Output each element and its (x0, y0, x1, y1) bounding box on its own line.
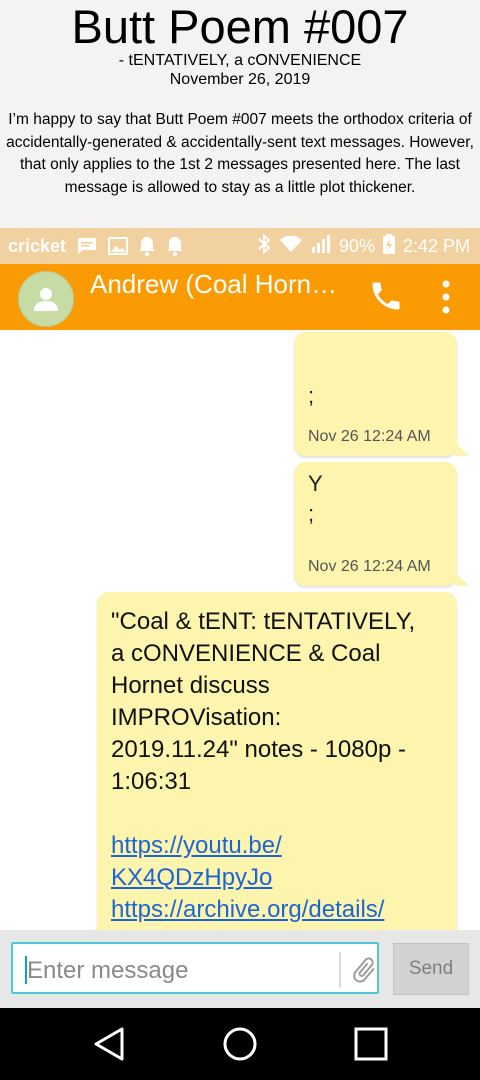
message-icon (76, 237, 98, 255)
carrier-label: cricket (8, 235, 67, 256)
contact-name[interactable]: Andrew (Coal Horn… (90, 269, 337, 300)
message-bubble[interactable]: ; Nov 26 12:24 AM (294, 332, 469, 456)
battery-icon (382, 233, 395, 259)
poem-description: I’m happy to say that Butt Poem #007 mee… (6, 111, 474, 196)
bell-icon (166, 236, 184, 256)
attach-icon[interactable] (349, 954, 379, 991)
bluetooth-icon (257, 233, 271, 259)
input-divider (339, 952, 341, 988)
avatar-icon (34, 288, 58, 311)
message-input[interactable]: Enter message (11, 942, 379, 994)
phone-icon (372, 282, 400, 310)
archive-link[interactable]: https://archive.org/details/ (111, 894, 451, 926)
more-options-button[interactable] (436, 278, 456, 316)
more-vert-icon (442, 280, 450, 314)
battery-percent: 90% (338, 235, 375, 256)
poem-title: Butt Poem #007 (71, 0, 409, 53)
conversation-app-bar: Andrew (Coal Horn… (0, 264, 480, 330)
call-button[interactable] (368, 278, 404, 314)
status-bar: cricket 90% 2:42 PM (0, 228, 480, 264)
message-text: "Coal & tENT: tENTATIVELY, (111, 608, 416, 635)
message-text: 1:06:31 (111, 768, 192, 795)
clock: 2:42 PM (402, 235, 470, 256)
message-text: IMPROVisation: (111, 704, 282, 731)
youtube-link[interactable]: https://youtu.be/ (111, 830, 451, 862)
message-text: 2019.11.24" notes - 1080p - (111, 736, 406, 763)
message-text: a cONVENIENCE & Coal (111, 640, 381, 667)
system-nav-bar (0, 1008, 480, 1080)
message-text: Hornet discuss (111, 672, 270, 699)
message-composer: Enter message Send (0, 930, 480, 1008)
message-bubble[interactable]: "Coal & tENT: tENTATIVELY, a cONVENIENCE… (97, 592, 457, 930)
avatar[interactable] (18, 271, 74, 327)
bell-icon (138, 236, 156, 256)
message-timestamp: Nov 26 12:24 AM (308, 558, 431, 575)
home-icon[interactable] (222, 1026, 258, 1067)
wifi-icon (279, 235, 303, 258)
send-button[interactable]: Send (393, 943, 469, 995)
message-placeholder: Enter message (27, 957, 189, 984)
message-text: Y (308, 471, 323, 496)
poem-header: Butt Poem #007 - tENTATIVELY, a cONVENIE… (0, 0, 480, 228)
signal-icon (311, 234, 331, 258)
youtube-link[interactable]: KX4QDzHpyJo (111, 862, 451, 894)
message-text: ; (308, 383, 315, 408)
recents-icon[interactable] (354, 1026, 388, 1067)
poem-subtitle: - tENTATIVELY, a cONVENIENCE (118, 52, 362, 69)
back-icon[interactable] (92, 1026, 126, 1067)
message-bubble[interactable]: Y ; Nov 26 12:24 AM (294, 462, 469, 586)
poem-date: November 26, 2019 (169, 71, 311, 88)
image-icon (108, 237, 129, 255)
message-text: ; (308, 501, 315, 526)
message-timestamp: Nov 26 12:24 AM (308, 428, 431, 445)
message-list[interactable]: ; Nov 26 12:24 AM Y ; Nov 26 12:24 AM "C… (0, 330, 480, 930)
